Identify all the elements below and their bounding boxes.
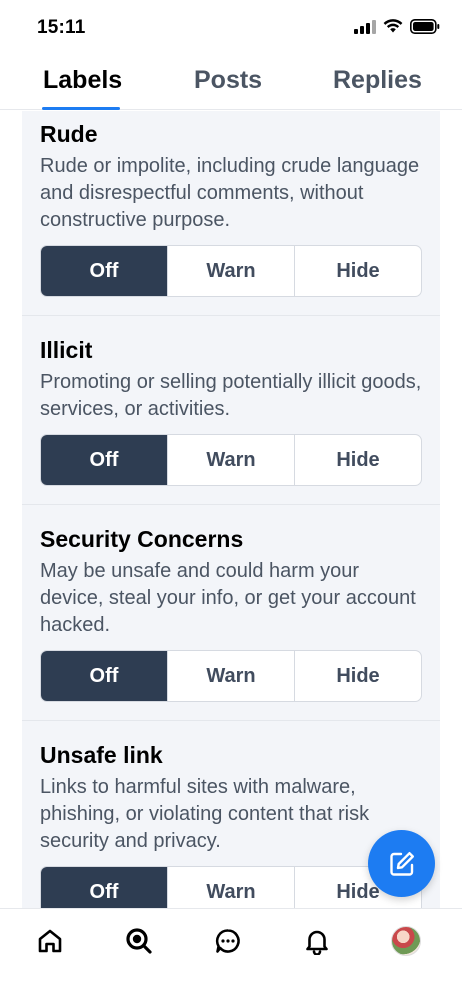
labels-list[interactable]: Rude Rude or impolite, including crude l… [22, 111, 440, 908]
status-bar: 15:11 [0, 0, 462, 56]
security-concerns-visibility-control: Off Warn Hide [40, 650, 422, 702]
battery-icon [410, 19, 440, 34]
status-icons [354, 19, 440, 34]
rude-visibility-control: Off Warn Hide [40, 245, 422, 297]
rude-warn-option[interactable]: Warn [167, 246, 294, 296]
label-section-illicit: Illicit Promoting or selling potentially… [22, 316, 440, 505]
label-section-rude: Rude Rude or impolite, including crude l… [22, 111, 440, 316]
nav-home[interactable] [30, 921, 70, 961]
security-concerns-hide-option[interactable]: Hide [294, 651, 421, 701]
nav-notifications[interactable] [297, 921, 337, 961]
rude-hide-option[interactable]: Hide [294, 246, 421, 296]
unsafe-link-visibility-control: Off Warn Hide [40, 866, 422, 908]
illicit-visibility-control: Off Warn Hide [40, 434, 422, 486]
security-concerns-warn-option[interactable]: Warn [167, 651, 294, 701]
label-title: Rude [40, 121, 98, 147]
label-title: Illicit [40, 337, 93, 363]
cellular-signal-icon [354, 19, 376, 34]
status-time: 15:11 [37, 17, 86, 38]
label-title: Unsafe link [40, 742, 163, 768]
bell-icon [306, 930, 328, 955]
nav-search[interactable] [119, 921, 159, 961]
label-description: May be unsafe and could harm your device… [40, 560, 416, 636]
home-icon [38, 929, 62, 953]
label-section-security-concerns: Security Concerns May be unsafe and coul… [22, 505, 440, 721]
wifi-icon [383, 19, 403, 33]
nav-profile[interactable] [386, 921, 426, 961]
rude-off-option[interactable]: Off [41, 246, 167, 296]
label-title: Security Concerns [40, 526, 244, 552]
label-description: Promoting or selling potentially illicit… [40, 371, 422, 420]
tab-posts[interactable]: Posts [194, 66, 262, 95]
illicit-warn-option[interactable]: Warn [167, 435, 294, 485]
search-icon [126, 928, 152, 954]
bottom-navigation [0, 908, 462, 1000]
security-concerns-off-option[interactable]: Off [41, 651, 167, 701]
tab-labels[interactable]: Labels [43, 66, 122, 95]
tab-bar: Labels Posts Replies [0, 56, 462, 110]
app-screen: 15:11 Labels Posts Replies Rude Rude or … [0, 0, 462, 1000]
illicit-hide-option[interactable]: Hide [294, 435, 421, 485]
avatar [391, 926, 421, 956]
unsafe-link-off-option[interactable]: Off [41, 867, 167, 908]
compose-button[interactable] [368, 830, 435, 897]
label-description: Links to harmful sites with malware, phi… [40, 776, 370, 852]
tab-replies[interactable]: Replies [333, 66, 422, 95]
illicit-off-option[interactable]: Off [41, 435, 167, 485]
chat-icon [215, 929, 240, 953]
active-tab-indicator [42, 107, 120, 110]
unsafe-link-warn-option[interactable]: Warn [167, 867, 294, 908]
label-description: Rude or impolite, including crude langua… [40, 155, 420, 231]
nav-chat[interactable] [208, 921, 248, 961]
compose-icon [389, 851, 414, 876]
